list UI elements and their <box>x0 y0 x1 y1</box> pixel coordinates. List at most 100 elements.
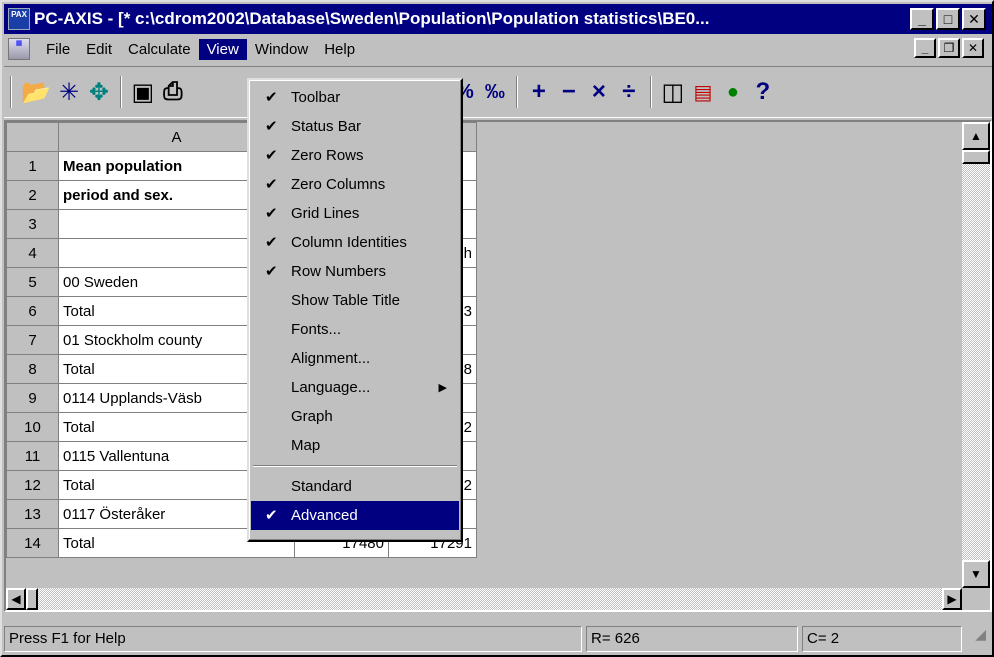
checkmark-icon: ✔ <box>265 118 278 135</box>
multiply-icon[interactable]: × <box>584 75 614 109</box>
status-row-count: R= 626 <box>586 626 798 652</box>
view-menu-item-show-table-title[interactable]: Show Table Title <box>251 286 459 315</box>
close-icon: ✕ <box>967 41 979 55</box>
menu-file[interactable]: File <box>38 39 78 60</box>
view-menu-item-graph[interactable]: Graph <box>251 402 459 431</box>
app-window: PAX PC-AXIS - [* c:\cdrom2002\Database\S… <box>0 0 994 657</box>
horizontal-scrollbar[interactable]: ◀ ▶ <box>6 588 962 610</box>
scroll-thumb[interactable] <box>962 150 990 164</box>
toolbar-separator <box>10 76 12 108</box>
view-menu-item-zero-rows[interactable]: ✔ Zero Rows <box>251 141 459 170</box>
spreadsheet-area: A 1 Mean population 2 period and sex. 3 4 h 5 00… <box>4 120 992 612</box>
row-header[interactable]: 4 <box>6 238 59 268</box>
menu-bar: ▦ File Edit Calculate View Window Help _… <box>4 35 992 63</box>
menu-view[interactable]: View <box>198 38 247 60</box>
vertical-scrollbar[interactable]: ▲ ▼ <box>962 122 990 588</box>
view-menu-item-column-identities[interactable]: ✔ Column Identities <box>251 228 459 257</box>
view-menu-item-map[interactable]: Map <box>251 431 459 460</box>
view-menu-dropdown: ✔ Toolbar ✔ Status Bar ✔ Zero Rows ✔ Zero Colum… <box>247 78 463 542</box>
menu-item-label: Advanced <box>291 507 358 524</box>
row-header[interactable]: 11 <box>6 441 59 471</box>
down-arrow-icon: ▼ <box>970 567 982 581</box>
asterisk-icon[interactable]: ✳ <box>54 75 84 109</box>
checkmark-icon: ✔ <box>265 507 278 524</box>
submenu-arrow-icon: ▶ <box>438 382 447 394</box>
row-header[interactable]: 13 <box>6 499 59 529</box>
menu-separator <box>253 465 457 467</box>
menu-item-label: Column Identities <box>291 234 407 251</box>
minimize-icon: _ <box>918 11 926 27</box>
status-bar: Press F1 for Help R= 626 C= 2 ◢ <box>4 624 992 654</box>
globe-icon[interactable]: ● <box>718 75 748 109</box>
move-arrows-icon[interactable]: ✥ <box>84 75 114 109</box>
up-arrow-icon: ▲ <box>970 129 982 143</box>
checkmark-icon: ✔ <box>265 234 278 251</box>
row-header[interactable]: 6 <box>6 296 59 326</box>
per-mille-icon[interactable]: ‰ <box>480 75 510 109</box>
right-arrow-icon: ▶ <box>947 592 957 606</box>
doc-restore-button[interactable]: ❐ <box>938 38 960 58</box>
row-header[interactable]: 2 <box>6 180 59 210</box>
row-header[interactable]: 10 <box>6 412 59 442</box>
left-arrow-icon: ◀ <box>11 592 21 606</box>
toolbar-separator <box>119 76 122 108</box>
menu-help[interactable]: Help <box>316 39 363 60</box>
row-header[interactable]: 3 <box>6 209 59 239</box>
divide-icon[interactable]: ÷ <box>614 75 644 109</box>
doc-close-button[interactable]: ✕ <box>962 38 984 58</box>
restore-icon: ❐ <box>943 41 955 55</box>
view-menu-item-status-bar[interactable]: ✔ Status Bar <box>251 112 459 141</box>
status-help-text: Press F1 for Help <box>4 626 582 652</box>
view-menu-item-grid-lines[interactable]: ✔ Grid Lines <box>251 199 459 228</box>
app-icon[interactable]: PAX <box>8 8 30 30</box>
status-col-count: C= 2 <box>802 626 962 652</box>
scroll-up-button[interactable]: ▲ <box>962 122 990 150</box>
resize-grip-icon[interactable]: ◢ <box>966 626 986 652</box>
view-menu-item-standard[interactable]: Standard <box>251 472 459 501</box>
view-menu-item-language[interactable]: Language... ▶ <box>251 373 459 402</box>
document-icon[interactable]: ▦ <box>8 38 30 60</box>
printer-icon[interactable]: ⎙ <box>158 75 188 109</box>
checkmark-icon: ✔ <box>265 176 278 193</box>
menu-item-label: Status Bar <box>291 118 362 135</box>
row-header[interactable]: 9 <box>6 383 59 413</box>
menu-item-label: Standard <box>291 478 352 495</box>
scroll-left-button[interactable]: ◀ <box>6 588 26 610</box>
view-menu-item-toolbar[interactable]: ✔ Toolbar <box>251 83 459 112</box>
close-button[interactable]: ✕ <box>962 8 986 30</box>
corner-header[interactable] <box>6 122 59 152</box>
hscroll-thumb[interactable] <box>26 588 38 610</box>
menu-item-label: Row Numbers <box>291 263 387 280</box>
row-header[interactable]: 12 <box>6 470 59 500</box>
maximize-button[interactable]: □ <box>936 8 960 30</box>
menu-edit[interactable]: Edit <box>78 39 120 60</box>
document-window-controls: _ ❐ ✕ <box>914 38 986 58</box>
chart-icon[interactable]: ▤ <box>688 75 718 109</box>
columns-icon[interactable]: ◫ <box>658 75 688 109</box>
view-menu-item-zero-columns[interactable]: ✔ Zero Columns <box>251 170 459 199</box>
menu-item-label: Zero Rows <box>291 147 364 164</box>
plus-icon[interactable]: + <box>524 75 554 109</box>
minus-icon[interactable]: − <box>554 75 584 109</box>
empty-grid-space <box>502 122 952 592</box>
view-menu-item-fonts[interactable]: Fonts... <box>251 315 459 344</box>
scroll-right-button[interactable]: ▶ <box>942 588 962 610</box>
scroll-down-button[interactable]: ▼ <box>962 560 990 588</box>
menu-window[interactable]: Window <box>247 39 316 60</box>
view-menu-item-row-numbers[interactable]: ✔ Row Numbers <box>251 257 459 286</box>
minimize-button[interactable]: _ <box>910 8 934 30</box>
menu-calculate[interactable]: Calculate <box>120 39 199 60</box>
help-icon[interactable]: ? <box>748 75 778 109</box>
row-header[interactable]: 1 <box>6 151 59 181</box>
row-header[interactable]: 5 <box>6 267 59 297</box>
row-header[interactable]: 14 <box>6 528 59 558</box>
open-folder-icon[interactable]: 📂 <box>18 75 54 109</box>
view-menu-item-alignment[interactable]: Alignment... <box>251 344 459 373</box>
title-bar: PAX PC-AXIS - [* c:\cdrom2002\Database\S… <box>4 4 992 34</box>
save-disk-icon[interactable]: ▣ <box>128 75 158 109</box>
row-header[interactable]: 7 <box>6 325 59 355</box>
row-header[interactable]: 8 <box>6 354 59 384</box>
view-menu-item-advanced[interactable]: ✔ Advanced <box>251 501 459 530</box>
doc-minimize-button[interactable]: _ <box>914 38 936 58</box>
checkmark-icon: ✔ <box>265 89 278 106</box>
